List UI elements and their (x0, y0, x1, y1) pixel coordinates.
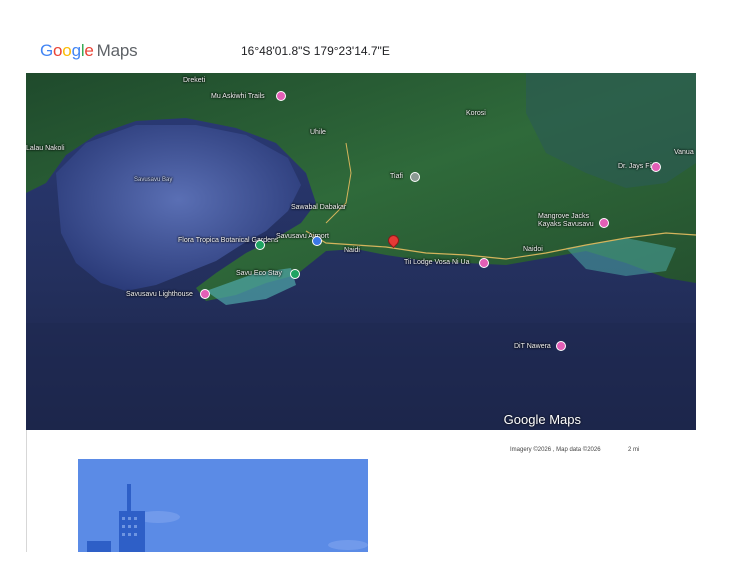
poi-pin-trails[interactable] (276, 91, 286, 101)
imagery-attribution: Imagery ©2026 , Map data ©2026 (510, 447, 601, 453)
satellite-map[interactable]: Dreketi Mu Askiwhi Trails Uhile Korosi T… (26, 73, 696, 430)
map-label-trails[interactable]: Mu Askiwhi Trails (211, 93, 265, 100)
map-label-tiafi[interactable]: Tiafi (390, 173, 403, 180)
map-label-naidi[interactable]: Naidi (344, 247, 360, 254)
map-terrain (26, 73, 696, 430)
city-skyline-illustration (78, 459, 368, 552)
poi-pin-tiafi[interactable] (410, 172, 420, 182)
poi-pin-botanical[interactable] (255, 240, 265, 250)
map-label-naidoi[interactable]: Naidoi (523, 246, 543, 253)
poi-pin-eco-stay[interactable] (290, 269, 300, 279)
poi-pin-dr-jays[interactable] (651, 162, 661, 172)
logo-letter-g2: g (71, 41, 81, 60)
map-label-dreketi[interactable]: Dreketi (183, 77, 205, 84)
poi-pin-lighthouse[interactable] (200, 289, 210, 299)
airport-pin[interactable] (312, 236, 322, 246)
map-label-nawera[interactable]: DiT Nawera (514, 343, 551, 350)
map-label-lodge[interactable]: Tii Lodge Vosa Ni Ua (404, 259, 470, 266)
poi-pin-lodge[interactable] (479, 258, 489, 268)
map-label-lalau[interactable]: Lalau Nakoli (26, 145, 65, 152)
logo-maps-word: Maps (96, 41, 138, 60)
map-label-mangrove[interactable]: Mangrove Jacks Kayaks Savusavu (538, 213, 598, 229)
poi-pin-mangrove[interactable] (599, 218, 609, 228)
map-watermark: Google Maps (503, 412, 581, 427)
map-label-uhile[interactable]: Uhile (310, 129, 326, 136)
logo-letter-g1: G (40, 41, 54, 60)
logo-letter-e: e (84, 41, 94, 60)
coordinates-readout: 16°48'01.8"S 179°23'14.7"E (241, 44, 390, 58)
promo-illustration[interactable] (78, 459, 368, 552)
map-label-vanua[interactable]: Vanua (674, 149, 694, 156)
poi-pin-nawera[interactable] (556, 341, 566, 351)
google-maps-logo[interactable]: Google Maps (40, 41, 138, 61)
logo-letter-o1: o (53, 41, 63, 60)
left-divider (26, 430, 27, 552)
map-label-dr-jays[interactable]: Dr. Jays Fiji (618, 163, 654, 170)
map-label-korosi[interactable]: Korosi (466, 110, 486, 117)
map-label-sawabal[interactable]: Sawabal Dabakar (291, 204, 346, 211)
map-label-eco-stay[interactable]: Savu Eco Stay (236, 270, 282, 277)
scale-label: 2 mi (628, 447, 640, 453)
map-label-bay[interactable]: Savusavu Bay (134, 177, 172, 183)
logo-letter-o2: o (62, 41, 72, 60)
map-label-lighthouse[interactable]: Savusavu Lighthouse (126, 291, 193, 298)
